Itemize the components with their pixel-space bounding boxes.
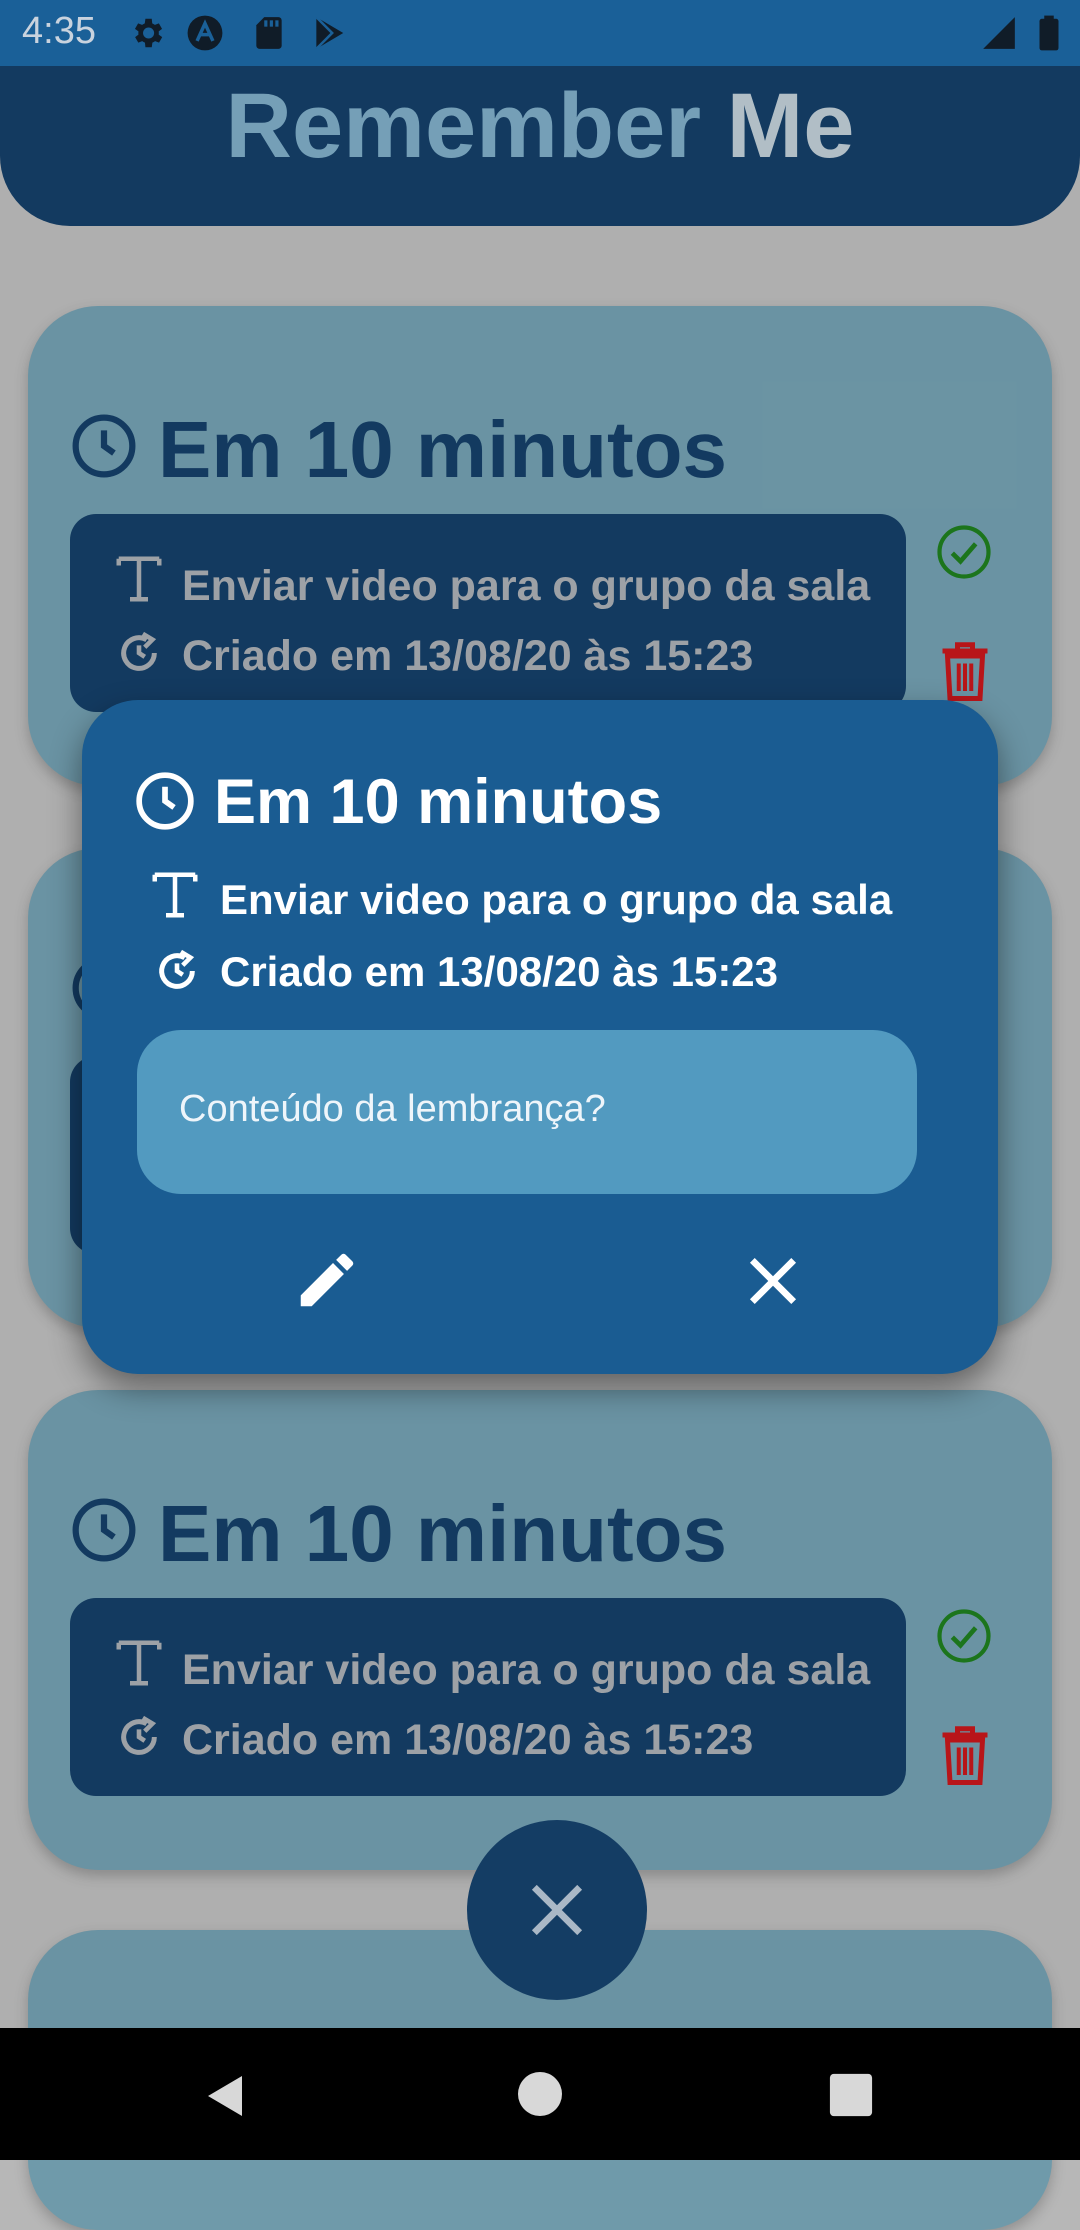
play-store-icon (315, 16, 344, 50)
status-time: 4:35 (22, 10, 96, 52)
reminder-content-input[interactable]: Conteúdo da lembrança? (137, 1030, 917, 1194)
close-icon[interactable] (742, 1250, 804, 1312)
battery-icon (1039, 15, 1059, 51)
sd-card-icon (256, 17, 282, 49)
back-icon[interactable] (202, 2070, 250, 2122)
close-icon (531, 1884, 583, 1936)
clock-icon (136, 772, 194, 830)
gear-icon (134, 18, 163, 48)
dialog-when: Em 10 minutos (214, 767, 663, 837)
close-fab[interactable] (467, 1820, 647, 2000)
history-icon (159, 949, 195, 989)
a-circle-icon (187, 15, 223, 51)
signal-icon (983, 17, 1015, 49)
edit-icon[interactable] (292, 1245, 362, 1315)
home-icon[interactable] (516, 2070, 564, 2118)
recents-icon[interactable] (828, 2072, 874, 2118)
dialog-text: Enviar video para o grupo da sala (220, 876, 893, 923)
status-bar: 4:35 (0, 0, 1080, 66)
navigation-bar (0, 2028, 1080, 2160)
reminder-content-placeholder: Conteúdo da lembrança? (179, 1088, 606, 1130)
text-icon (152, 872, 198, 918)
dialog-created: Criado em 13/08/20 às 15:23 (220, 948, 779, 995)
reminder-dialog: Em 10 minutos Enviar video para o grupo … (82, 700, 998, 1374)
